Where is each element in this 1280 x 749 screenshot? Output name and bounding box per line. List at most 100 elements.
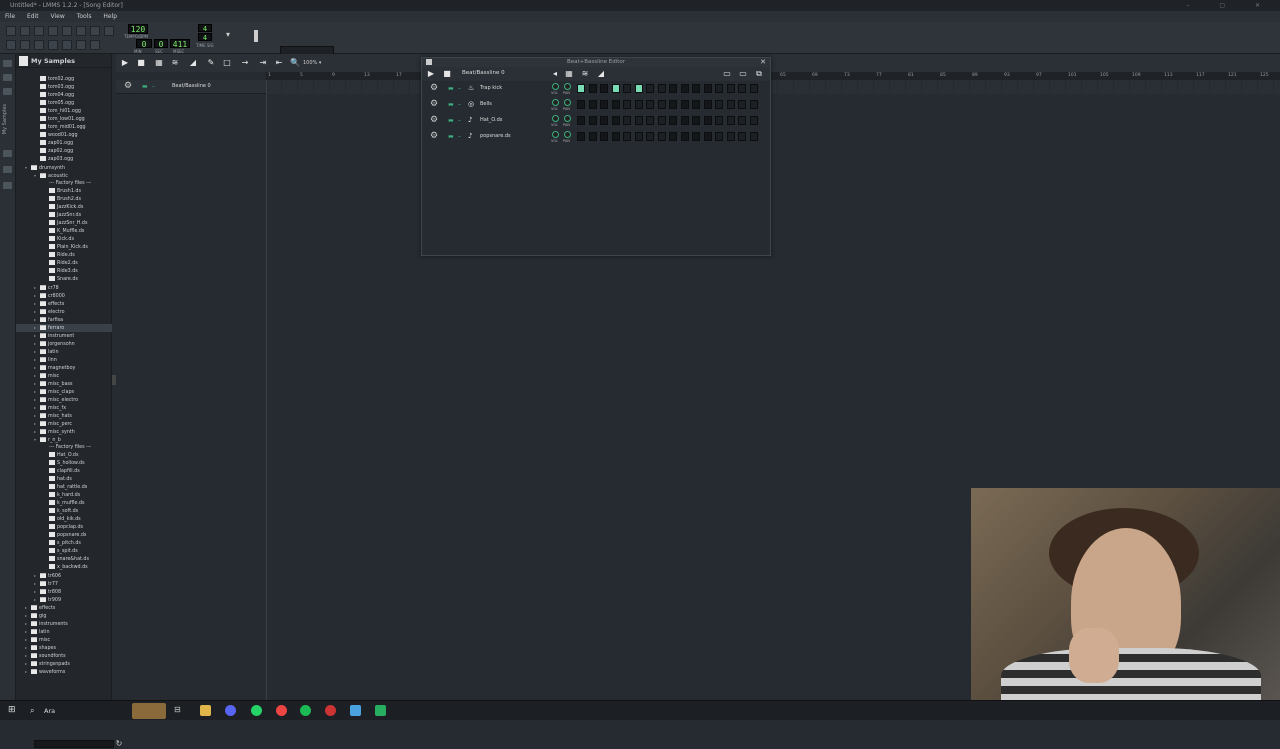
windows-start-icon[interactable]: ⊞: [8, 706, 17, 715]
step-button[interactable]: [646, 116, 654, 125]
project-notes-icon[interactable]: [90, 40, 100, 50]
browser-folder[interactable]: ▾ drumsynth: [16, 164, 112, 172]
step-button[interactable]: [715, 116, 723, 125]
bb-track-name[interactable]: Trap kick: [480, 85, 502, 91]
step-button[interactable]: [715, 132, 723, 141]
browser-file[interactable]: Brush2.ds: [16, 196, 112, 204]
step-button[interactable]: [692, 100, 700, 109]
browser-file[interactable]: wood01.ogg: [16, 132, 112, 140]
step-button[interactable]: [588, 100, 597, 109]
browser-file[interactable]: Ride.ds: [16, 252, 112, 260]
browser-folder[interactable]: ▸ misc: [16, 636, 112, 644]
master-pitch-slider[interactable]: [254, 30, 258, 42]
step-button[interactable]: [623, 116, 631, 125]
browser-file[interactable]: clapfill.ds: [16, 468, 112, 476]
lmms-taskbar-icon[interactable]: [375, 705, 386, 716]
browser-folder[interactable]: ▸ linn: [16, 356, 112, 364]
track-settings-gear-icon[interactable]: ⚙: [124, 82, 132, 91]
browser-folder[interactable]: ▸ latin: [16, 628, 112, 636]
browser-file[interactable]: k_muffle.ds: [16, 500, 112, 508]
step-button[interactable]: [669, 84, 677, 93]
add-sample-track-icon[interactable]: ≋: [170, 58, 180, 68]
menu-file[interactable]: File: [0, 11, 20, 22]
pan-knob[interactable]: [564, 115, 571, 122]
step-button[interactable]: [646, 100, 654, 109]
recent-projects-icon[interactable]: [48, 26, 58, 36]
browser-folder[interactable]: ▸ misc: [16, 372, 112, 380]
browser-folder[interactable]: ▸ jorgensohn: [16, 340, 112, 348]
step-button[interactable]: [657, 100, 666, 109]
bb-stop-icon[interactable]: ■: [442, 69, 452, 79]
browser-file[interactable]: Kick.ds: [16, 236, 112, 244]
step-button[interactable]: [703, 132, 712, 141]
step-button[interactable]: [715, 100, 723, 109]
bb-pattern-select[interactable]: Beat/Bassline 0: [462, 70, 505, 76]
menu-help[interactable]: Help: [98, 11, 122, 22]
new-project-icon[interactable]: [6, 26, 16, 36]
root-tab[interactable]: [3, 166, 12, 173]
bb-track-row[interactable]: ⚙ ▬ – ♪ Hat_O.ds VOL PAN: [422, 113, 770, 129]
bb-editor-titlebar[interactable]: Beat+Bassline Editor ✕: [422, 58, 770, 67]
add-beat-bassline-icon[interactable]: ▦: [564, 69, 574, 79]
browser-file[interactable]: S_hollow.ds: [16, 460, 112, 468]
step-button[interactable]: [634, 84, 643, 93]
pan-knob[interactable]: [564, 131, 571, 138]
mute-icon[interactable]: ▬: [448, 133, 454, 140]
browser-file[interactable]: x_backwd.ds: [16, 564, 112, 572]
track-lane[interactable]: [266, 80, 1280, 94]
browser-file[interactable]: tom_low01.ogg: [16, 116, 112, 124]
step-button[interactable]: [611, 116, 620, 125]
select-mode-icon[interactable]: □: [222, 58, 232, 68]
instrument-plugins-tab[interactable]: [3, 60, 12, 67]
export-icon[interactable]: [76, 26, 86, 36]
bb-track-row[interactable]: ⚙ ▬ – ♪ popsnare.ds VOL PAN: [422, 129, 770, 145]
browser-file[interactable]: popclap.ds: [16, 524, 112, 532]
step-button[interactable]: [657, 116, 666, 125]
step-button[interactable]: [646, 84, 654, 93]
stop-icon[interactable]: ■: [136, 58, 146, 68]
step-button[interactable]: [646, 132, 654, 141]
browser-file[interactable]: zap01.ogg: [16, 140, 112, 148]
track-header[interactable]: ⚙ ▬ – Beat/Bassline 0: [116, 80, 266, 94]
browser-file[interactable]: popsnare.ds: [16, 532, 112, 540]
save-icon[interactable]: [62, 26, 72, 36]
browser-file[interactable]: Ride2.ds: [16, 260, 112, 268]
browser-folder[interactable]: ▸ waveforms: [16, 668, 112, 676]
browser-folder[interactable]: ▸ misc_claps: [16, 388, 112, 396]
spotify-icon[interactable]: [300, 705, 311, 716]
loop-points-icon[interactable]: ⇥: [258, 58, 268, 68]
timesig-numerator[interactable]: 4: [198, 24, 212, 33]
step-button[interactable]: [680, 132, 689, 141]
what-is-this-icon[interactable]: [90, 26, 100, 36]
taskbar-search[interactable]: ⌕ Ara: [26, 704, 126, 718]
browser-file[interactable]: tom_hi01.ogg: [16, 108, 112, 116]
stop-behaviour-icon[interactable]: ⇤: [274, 58, 284, 68]
step-button[interactable]: [611, 100, 620, 109]
auto-scroll-icon[interactable]: →: [240, 58, 250, 68]
fx-mixer-icon[interactable]: [62, 40, 72, 50]
step-button[interactable]: [588, 132, 597, 141]
track-settings-gear-icon[interactable]: ⚙: [430, 132, 438, 141]
solo-icon[interactable]: –: [458, 101, 461, 108]
projects-tab[interactable]: [3, 74, 12, 81]
bb-play-icon[interactable]: ▶: [426, 69, 436, 79]
browser-file[interactable]: s_pitch.ds: [16, 540, 112, 548]
step-button[interactable]: [657, 132, 666, 141]
browser-folder[interactable]: ▸ ferraro: [16, 324, 112, 332]
add-automation-track-icon[interactable]: ◢: [188, 58, 198, 68]
step-button[interactable]: [669, 132, 677, 141]
step-button[interactable]: [749, 100, 758, 109]
step-button[interactable]: [680, 84, 689, 93]
browser-folder[interactable]: ▸ gig: [16, 612, 112, 620]
step-button[interactable]: [577, 116, 585, 125]
browser-file[interactable]: Plain_Kick.ds: [16, 244, 112, 252]
step-button[interactable]: [726, 132, 735, 141]
step-button[interactable]: [623, 100, 631, 109]
solo-icon[interactable]: –: [458, 117, 461, 124]
browser-file[interactable]: K_Muffle.ds: [16, 228, 112, 236]
track-settings-gear-icon[interactable]: ⚙: [430, 84, 438, 93]
volume-knob[interactable]: [552, 99, 559, 106]
add-sample-track-bb-icon[interactable]: ≋: [580, 69, 590, 79]
bb-editor-icon[interactable]: [20, 40, 30, 50]
browser-file[interactable]: JazzSnr.ds: [16, 212, 112, 220]
